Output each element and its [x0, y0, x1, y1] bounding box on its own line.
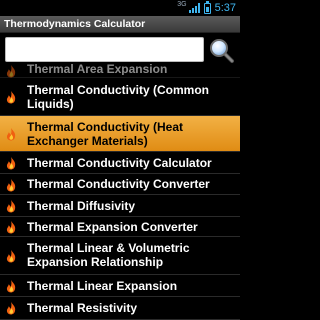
search-icon	[210, 38, 234, 63]
list-item[interactable]: Thermal Linear Expansion	[0, 275, 240, 297]
list-item[interactable]: Thermal Linear & Volumetric Expansion Re…	[0, 237, 240, 275]
flame-icon	[6, 128, 16, 141]
flame-icon	[6, 179, 16, 192]
list-item[interactable]: Thermal Area Expansion	[0, 64, 240, 78]
search-bar	[0, 33, 240, 66]
list-item-selected[interactable]: Thermal Conductivity (Heat Exchanger Mat…	[0, 116, 240, 152]
flame-icon	[6, 250, 16, 263]
status-bar: 3G 5:37	[0, 0, 240, 16]
list-item-label: Thermal Linear & Volumetric Expansion Re…	[27, 241, 190, 269]
app-title: Thermodynamics Calculator	[4, 18, 146, 30]
list-item[interactable]: Thermal Conductivity Converter	[0, 174, 240, 195]
flame-icon	[6, 200, 16, 213]
list-item-label: Thermal Conductivity (Heat Exchanger Mat…	[27, 120, 184, 148]
clock: 5:37	[214, 2, 236, 14]
list-item-label: Thermal Expansion Converter	[27, 220, 198, 234]
search-input[interactable]	[5, 37, 204, 62]
list-item[interactable]: Thermal Conductivity Calculator	[0, 152, 240, 174]
flame-icon	[6, 65, 16, 78]
list-item[interactable]: Thermal Resistivity	[0, 297, 240, 320]
list-item-label: Thermal Area Expansion	[27, 64, 168, 75]
list-item-label: Thermal Linear Expansion	[27, 279, 178, 293]
network-type: 3G	[177, 1, 187, 8]
search-button[interactable]	[207, 37, 237, 64]
flame-icon	[6, 221, 16, 234]
list-item-label: Thermal Conductivity Calculator	[27, 156, 212, 170]
calculator-list[interactable]: Thermal Area Expansion Thermal Conductiv…	[0, 64, 240, 320]
flame-icon	[6, 157, 16, 170]
list-item-label: Thermal Conductivity (Common Liquids)	[27, 83, 210, 111]
flame-icon	[6, 280, 16, 293]
signal-icon	[188, 3, 200, 13]
list-item[interactable]: Thermal Diffusivity	[0, 195, 240, 217]
list-item-label: Thermal Diffusivity	[27, 199, 136, 213]
list-item[interactable]: Thermal Expansion Converter	[0, 217, 240, 237]
list-item-label: Thermal Resistivity	[27, 301, 138, 315]
status-indicators: 3G 5:37	[177, 0, 236, 16]
battery-icon	[203, 0, 211, 14]
flame-icon	[6, 302, 16, 315]
app-title-bar: Thermodynamics Calculator	[0, 16, 240, 33]
list-item-label: Thermal Conductivity Converter	[27, 177, 210, 191]
flame-icon	[6, 91, 16, 104]
list-item[interactable]: Thermal Conductivity (Common Liquids)	[0, 78, 240, 116]
